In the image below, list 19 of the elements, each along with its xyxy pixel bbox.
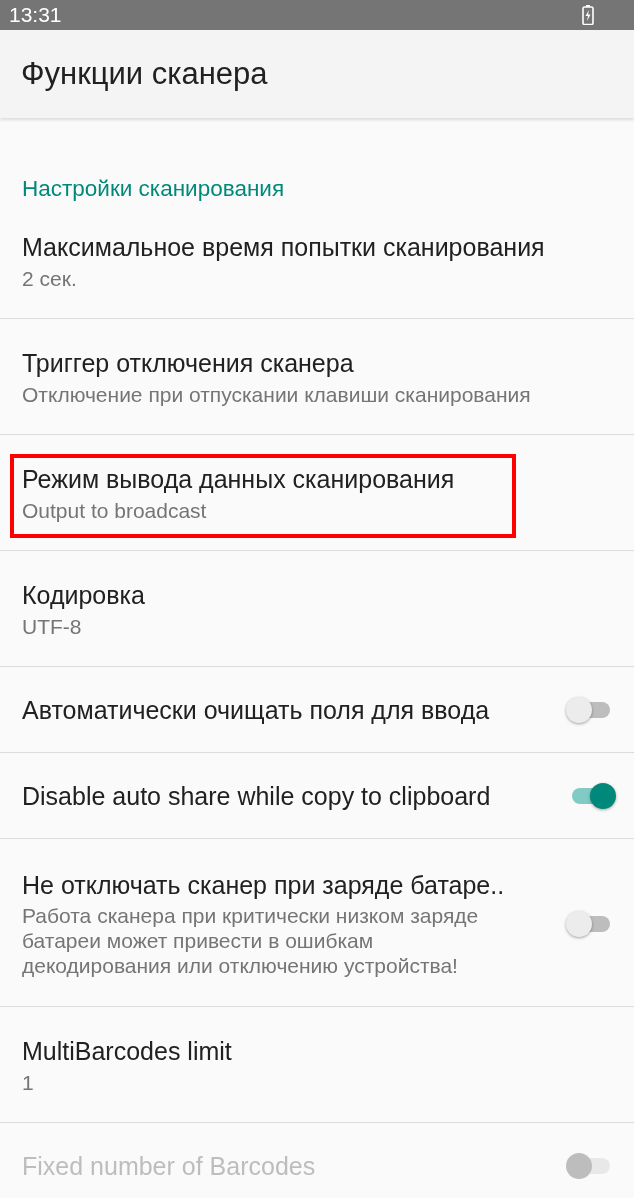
setting-summary: UTF-8 [22,614,83,640]
setting-title: Disable auto share while copy to clipboard [22,780,492,811]
setting-summary: Работа сканера при критически низком заряде батареи может привести в ошибкам декодирования или отключению устройства! [22,903,480,978]
setting-title: Кодировка [22,580,146,610]
setting-summary: Отключение при отпускании клавиши сканирования [22,382,532,408]
setting-title: Триггер отключения сканера [22,348,355,378]
setting-summary: Output to broadcast [22,498,208,524]
setting-summary: 1 [22,1070,35,1096]
setting-title: Не отключать сканер при заряде батаре.. [22,870,506,900]
screen-title: Функции сканера [21,56,268,92]
battery-icon [582,5,594,25]
setting-title: Максимальное время попытки сканирования [22,232,546,262]
setting-summary: 2 сек. [22,266,78,292]
setting-title: Режим вывода данных сканирования [22,464,456,494]
section-header: Настройки сканирования [21,175,286,203]
setting-title: Fixed number of Barcodes [22,1150,317,1181]
setting-title: MultiBarcodes limit [22,1036,233,1066]
status-time: 13:31 [9,3,62,27]
setting-title: Автоматически очищать поля для ввода [22,694,491,725]
